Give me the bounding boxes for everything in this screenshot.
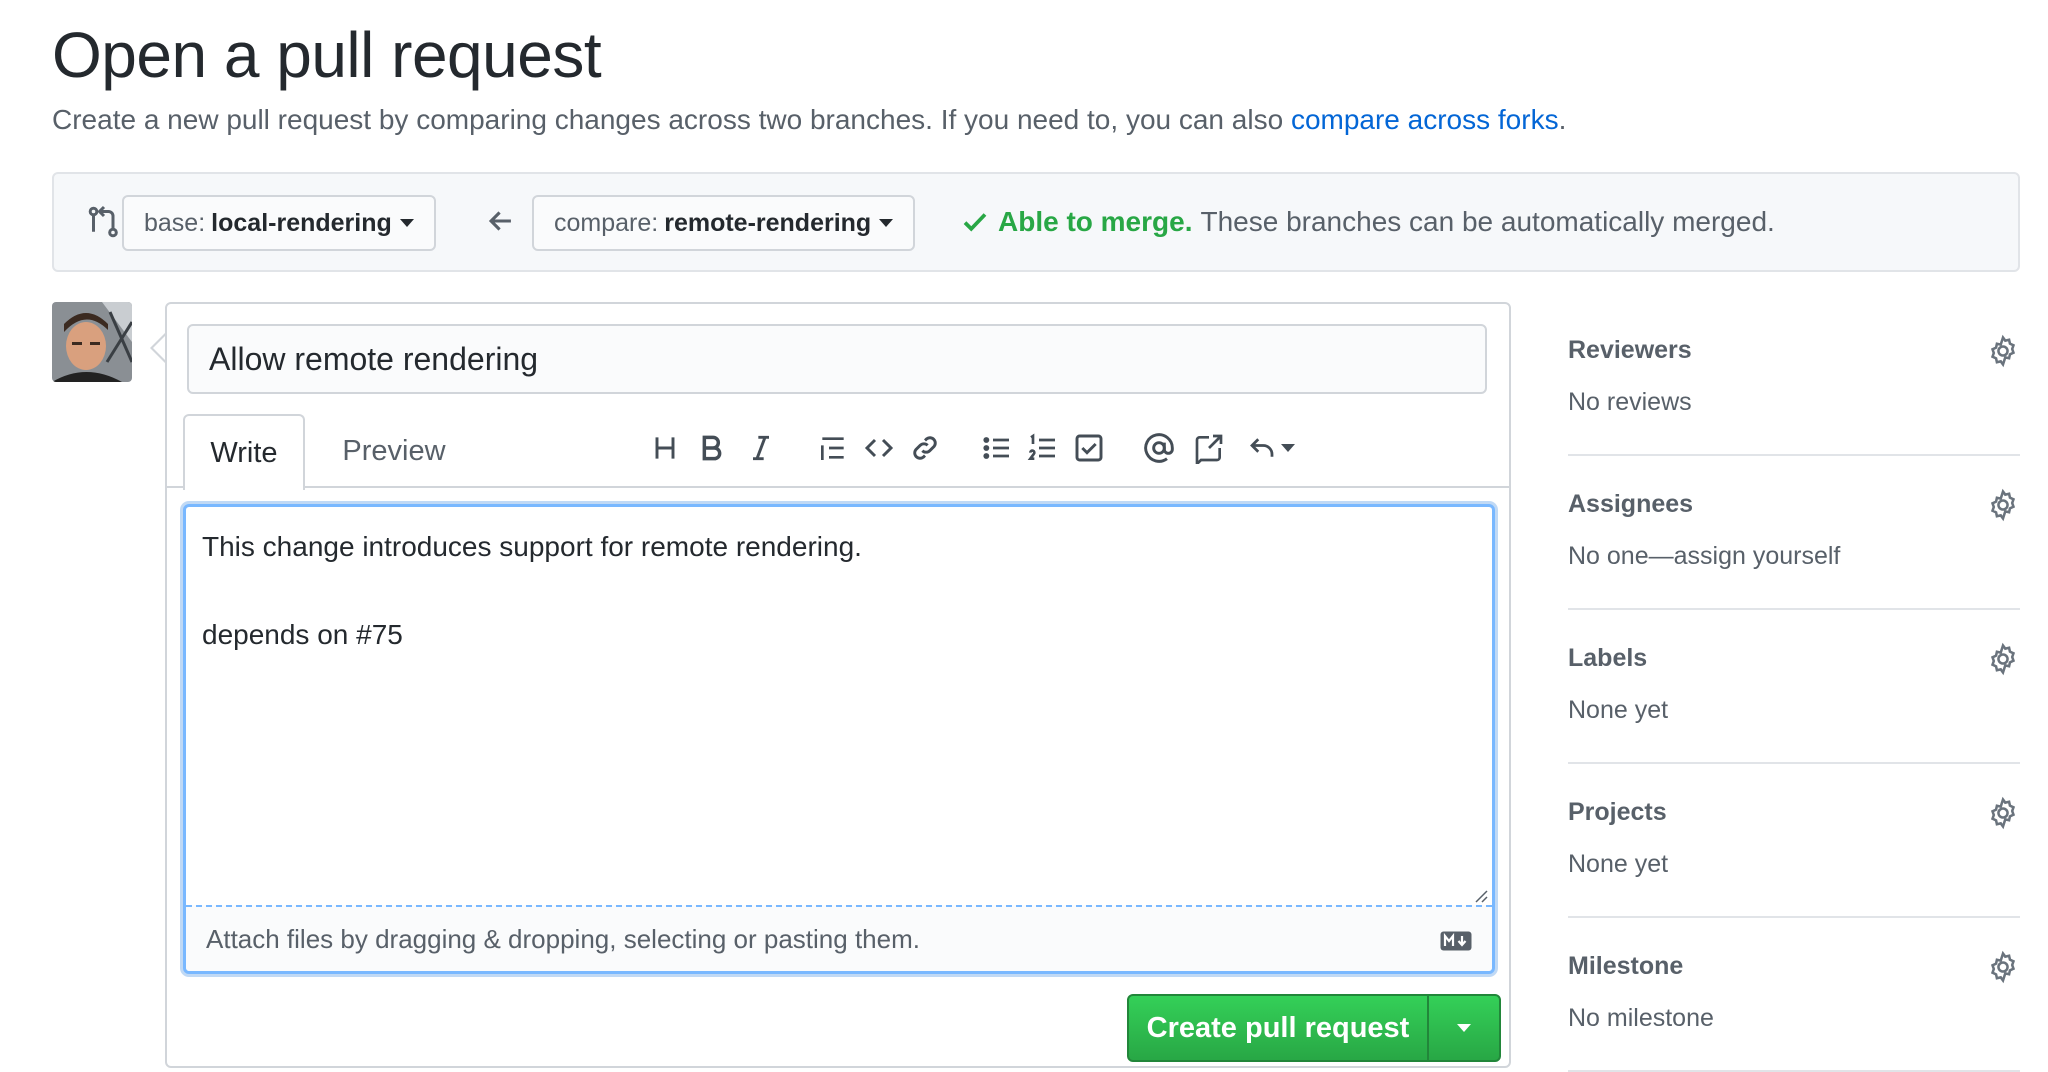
- page-subtitle: Create a new pull request by comparing c…: [52, 104, 1566, 136]
- heading-icon[interactable]: [645, 428, 685, 468]
- compare-label: compare:: [554, 208, 659, 237]
- milestone-heading[interactable]: Milestone: [1568, 952, 1683, 981]
- milestone-value: No milestone: [1568, 1004, 1714, 1032]
- tab-write[interactable]: Write: [183, 414, 305, 490]
- bold-icon[interactable]: [691, 428, 731, 468]
- check-icon: [963, 213, 987, 232]
- attach-files-hint: Attach files by dragging & dropping, sel…: [206, 923, 920, 954]
- merge-status: Able to merge. These branches can be aut…: [960, 206, 1775, 238]
- create-pull-request-button[interactable]: Create pull request: [1129, 996, 1429, 1060]
- gear-icon[interactable]: [1986, 642, 2020, 676]
- labels-value: None yet: [1568, 696, 1669, 724]
- arrow-left-icon: [488, 211, 511, 231]
- sidebar-section-labels: Labels None yet: [1568, 610, 2020, 764]
- reviewers-value: No reviews: [1568, 388, 1692, 416]
- merge-status-label: Able to merge.: [998, 206, 1193, 237]
- reviewers-heading[interactable]: Reviewers: [1568, 336, 1692, 365]
- numbered-list-icon[interactable]: [1023, 428, 1063, 468]
- create-options-dropdown[interactable]: [1429, 996, 1499, 1060]
- create-pull-request-split-button: Create pull request: [1127, 994, 1501, 1062]
- pr-title-input[interactable]: [187, 324, 1487, 394]
- labels-heading[interactable]: Labels: [1568, 644, 1647, 673]
- projects-heading[interactable]: Projects: [1568, 798, 1667, 827]
- quote-icon[interactable]: [813, 428, 853, 468]
- comment-body-field[interactable]: This change introduces support for remot…: [183, 504, 1495, 974]
- avatar[interactable]: [52, 302, 132, 382]
- tab-preview[interactable]: Preview: [319, 414, 469, 488]
- bulleted-list-icon[interactable]: [977, 428, 1017, 468]
- markdown-icon[interactable]: [1440, 931, 1472, 951]
- reply-icon[interactable]: [1239, 428, 1303, 468]
- compare-branch-name: remote-rendering: [664, 208, 872, 237]
- gear-icon[interactable]: [1986, 488, 2020, 522]
- projects-value: None yet: [1568, 850, 1669, 878]
- base-label: base:: [144, 208, 206, 237]
- avatar-image: [52, 302, 132, 382]
- gear-icon[interactable]: [1986, 334, 2020, 368]
- reference-icon[interactable]: [1189, 428, 1229, 468]
- chevron-down-icon: [399, 219, 414, 227]
- sidebar-section-assignees: Assignees No one—assign yourself: [1568, 456, 2020, 610]
- chevron-down-icon: [879, 219, 894, 227]
- chevron-down-icon: [1457, 1024, 1471, 1032]
- compare-arrows-icon: [88, 205, 118, 238]
- merge-status-message: These branches can be automatically merg…: [1200, 206, 1775, 237]
- comment-body-textarea[interactable]: This change introduces support for remot…: [186, 507, 1492, 905]
- sidebar-section-projects: Projects None yet: [1568, 764, 2020, 918]
- assignees-value[interactable]: No one—assign yourself: [1568, 542, 1840, 571]
- mention-icon[interactable]: [1139, 428, 1179, 468]
- sidebar-section-milestone: Milestone No milestone: [1568, 918, 2020, 1072]
- gear-icon[interactable]: [1986, 796, 2020, 830]
- italic-icon[interactable]: [741, 428, 781, 468]
- resize-handle-icon[interactable]: [1474, 889, 1488, 903]
- subtitle-text: Create a new pull request by comparing c…: [52, 104, 1284, 135]
- page-title: Open a pull request: [52, 19, 602, 91]
- attach-files-bar[interactable]: Attach files by dragging & dropping, sel…: [186, 905, 1492, 971]
- code-icon[interactable]: [859, 428, 899, 468]
- compare-across-forks-link[interactable]: compare across forks: [1291, 104, 1559, 135]
- base-branch-select[interactable]: base: local-rendering: [122, 195, 436, 251]
- link-icon[interactable]: [905, 428, 945, 468]
- task-list-icon[interactable]: [1069, 428, 1109, 468]
- base-branch-name: local-rendering: [211, 208, 392, 237]
- compare-branch-select[interactable]: compare: remote-rendering: [532, 195, 916, 251]
- pull-request-composer: Write Preview This change introduces sup…: [165, 302, 1511, 1068]
- chevron-down-icon: [1281, 444, 1295, 452]
- branch-range-bar: base: local-rendering compare: remote-re…: [52, 172, 2020, 272]
- assignees-heading[interactable]: Assignees: [1568, 490, 1693, 519]
- gear-icon[interactable]: [1986, 950, 2020, 984]
- subtitle-end: .: [1558, 104, 1567, 135]
- sidebar-section-reviewers: Reviewers No reviews: [1568, 302, 2020, 456]
